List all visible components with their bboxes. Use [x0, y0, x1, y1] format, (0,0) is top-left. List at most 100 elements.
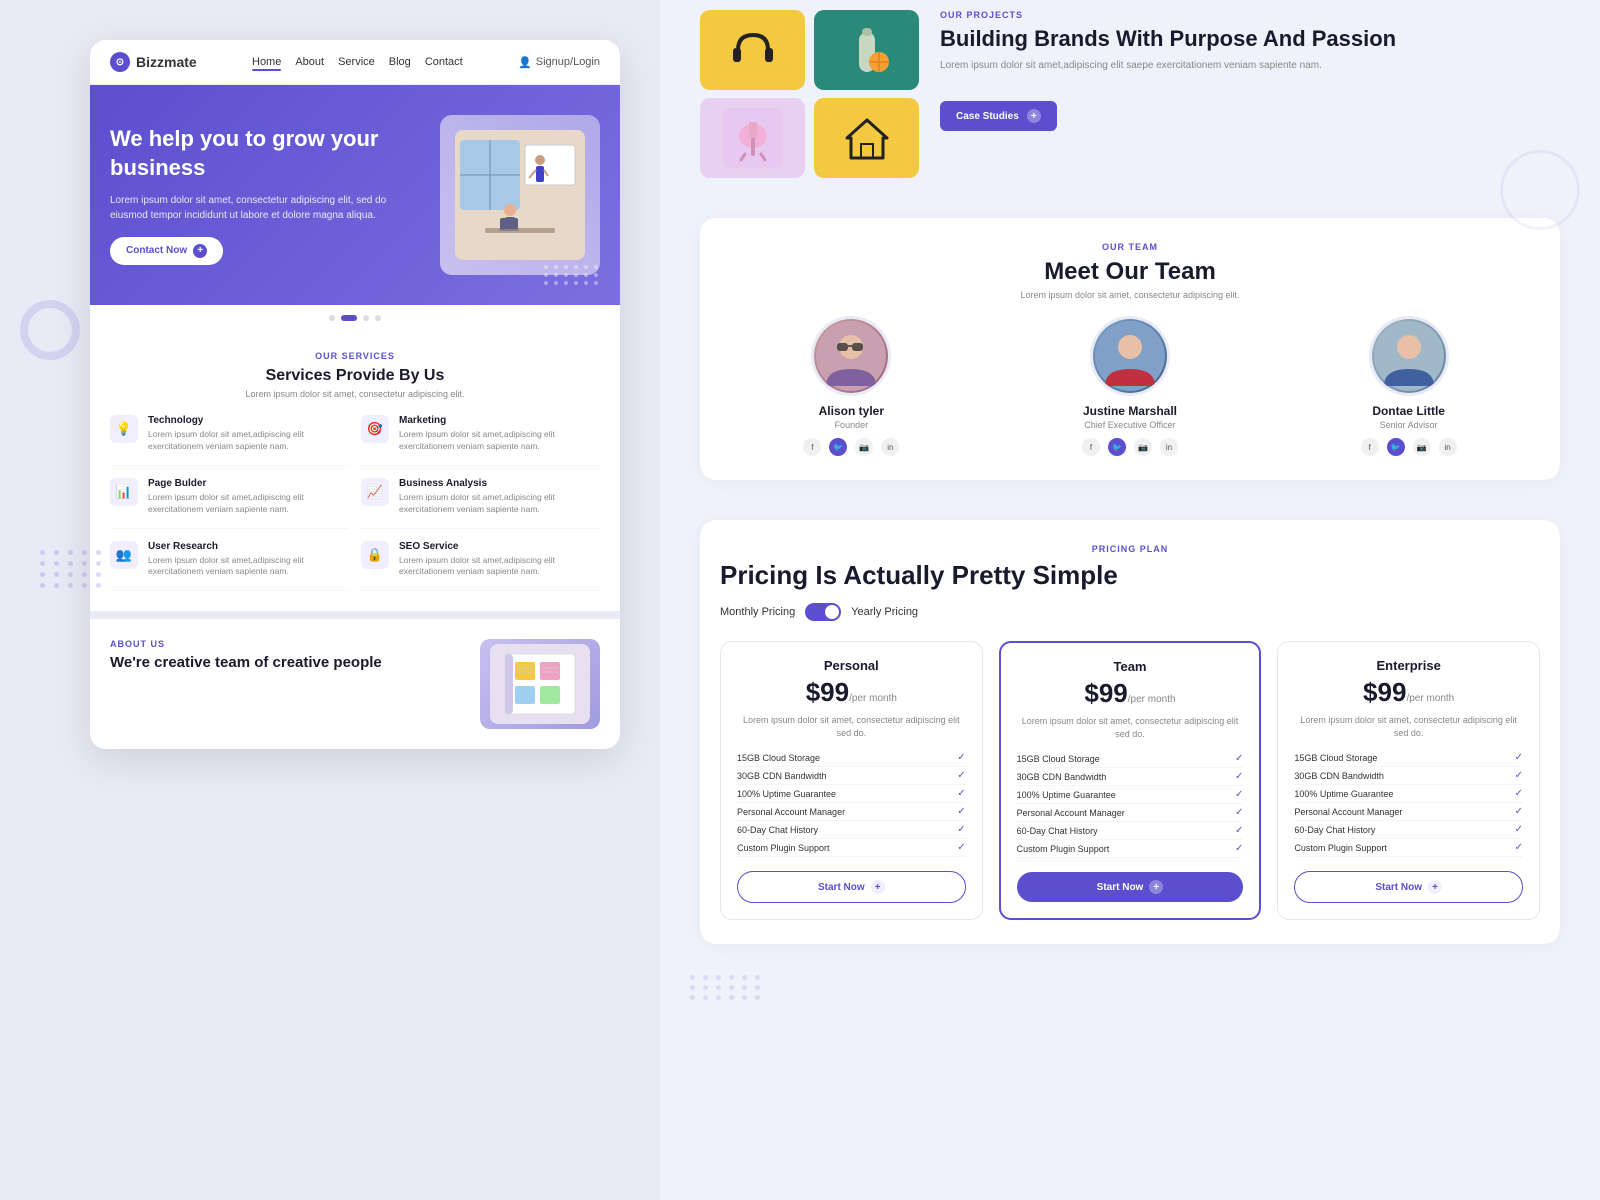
- feature-item: Personal Account Manager✓: [737, 803, 966, 821]
- pricing-title: Pricing Is Actually Pretty Simple: [720, 560, 1540, 591]
- service-technology: 💡 Technology Lorem ipsum dolor sit amet,…: [110, 415, 349, 466]
- services-section: OUR SERVICES Services Provide By Us Lore…: [90, 331, 620, 611]
- feature-item: 15GB Cloud Storage✓: [1017, 750, 1244, 768]
- about-section: ABOUT US We're creative team of creative…: [90, 611, 620, 749]
- nav-link-home[interactable]: Home: [252, 56, 281, 68]
- pricing-toggle: Monthly Pricing Yearly Pricing: [720, 603, 1540, 621]
- enterprise-start-button[interactable]: Start Now +: [1294, 871, 1523, 903]
- project-image-house: [814, 98, 919, 178]
- case-studies-button[interactable]: Case Studies +: [940, 101, 1057, 131]
- hero-title: We help you to grow your business: [110, 125, 420, 182]
- service-page-builder: 📊 Page Bulder Lorem ipsum dolor sit amet…: [110, 478, 349, 529]
- alison-facebook-icon[interactable]: f: [803, 438, 821, 456]
- about-label: ABOUT US: [110, 639, 460, 649]
- service-seo: 🔒 SEO Service Lorem ipsum dolor sit amet…: [361, 541, 600, 592]
- nav-link-blog[interactable]: Blog: [389, 56, 411, 68]
- team-start-button[interactable]: Start Now +: [1017, 872, 1244, 902]
- nav-link-service[interactable]: Service: [338, 56, 375, 68]
- pag-dot-3[interactable]: [363, 315, 369, 321]
- enterprise-desc: Lorem ipsum dolor sit amet, consectetur …: [1294, 714, 1523, 739]
- justine-twitter-icon[interactable]: 🐦: [1108, 438, 1126, 456]
- justine-name: Justine Marshall: [999, 404, 1262, 418]
- projects-desc: Lorem ipsum dolor sit amet,adipiscing el…: [940, 60, 1560, 71]
- nav-link-about[interactable]: About: [295, 56, 324, 68]
- alison-twitter-icon[interactable]: 🐦: [829, 438, 847, 456]
- feature-item: 60-Day Chat History✓: [737, 821, 966, 839]
- alison-instagram-icon[interactable]: 📷: [855, 438, 873, 456]
- hero-section: We help you to grow your business Lorem …: [90, 85, 620, 305]
- dontae-avatar: [1369, 316, 1449, 396]
- feature-item: 30GB CDN Bandwidth✓: [1294, 767, 1523, 785]
- pricing-section: PRICING PLAN Pricing Is Actually Pretty …: [700, 520, 1560, 944]
- services-desc: Lorem ipsum dolor sit amet, consectetur …: [110, 389, 600, 399]
- alison-role: Founder: [720, 420, 983, 430]
- business-analysis-icon: 📈: [361, 478, 389, 506]
- user-research-icon: 👥: [110, 541, 138, 569]
- pag-dot-1[interactable]: [329, 315, 335, 321]
- feature-item: 30GB CDN Bandwidth✓: [737, 767, 966, 785]
- feature-item: 15GB Cloud Storage✓: [1294, 749, 1523, 767]
- pricing-team: Team $99/per month Lorem ipsum dolor sit…: [999, 641, 1262, 920]
- feature-item: Personal Account Manager✓: [1017, 804, 1244, 822]
- services-title: Services Provide By Us: [110, 367, 600, 385]
- personal-start-button[interactable]: Start Now +: [737, 871, 966, 903]
- feature-item: 30GB CDN Bandwidth✓: [1017, 768, 1244, 786]
- feature-item: Custom Plugin Support✓: [737, 839, 966, 857]
- hero-illustration: [455, 130, 585, 260]
- dontae-instagram-icon[interactable]: 📷: [1413, 438, 1431, 456]
- team-grid: Alison tyler Founder f 🐦 📷 in: [720, 316, 1540, 456]
- hero-text: We help you to grow your business Lorem …: [110, 125, 420, 264]
- logo-icon: ⊙: [110, 52, 130, 72]
- services-label: OUR SERVICES: [110, 351, 600, 361]
- project-image-bottle: [814, 10, 919, 90]
- monthly-label: Monthly Pricing: [720, 606, 795, 618]
- alison-name: Alison tyler: [720, 404, 983, 418]
- team-title: Meet Our Team: [720, 258, 1540, 286]
- dontae-name: Dontae Little: [1277, 404, 1540, 418]
- justine-role: Chief Executive Officer: [999, 420, 1262, 430]
- dontae-role: Senior Advisor: [1277, 420, 1540, 430]
- page-builder-icon: 📊: [110, 478, 138, 506]
- pricing-toggle-switch[interactable]: [805, 603, 841, 621]
- feature-item: 60-Day Chat History✓: [1294, 821, 1523, 839]
- feature-item: 15GB Cloud Storage✓: [737, 749, 966, 767]
- feature-item: 100% Uptime Guarantee✓: [1294, 785, 1523, 803]
- justine-avatar: [1090, 316, 1170, 396]
- dontae-linkedin-icon[interactable]: in: [1439, 438, 1457, 456]
- pricing-personal: Personal $99/per month Lorem ipsum dolor…: [720, 641, 983, 920]
- justine-linkedin-icon[interactable]: in: [1160, 438, 1178, 456]
- dontae-social: f 🐦 📷 in: [1277, 438, 1540, 456]
- personal-price: $99/per month: [737, 677, 966, 708]
- personal-btn-plus-icon: +: [871, 880, 885, 894]
- team-member-justine: Justine Marshall Chief Executive Officer…: [999, 316, 1262, 456]
- enterprise-features: 15GB Cloud Storage✓ 30GB CDN Bandwidth✓ …: [1294, 749, 1523, 857]
- feature-item: Personal Account Manager✓: [1294, 803, 1523, 821]
- seo-icon: 🔒: [361, 541, 389, 569]
- service-seo-name: SEO Service: [399, 541, 600, 552]
- marketing-icon: 🎯: [361, 415, 389, 443]
- contact-now-button[interactable]: Contact Now +: [110, 237, 223, 265]
- justine-instagram-icon[interactable]: 📷: [1134, 438, 1152, 456]
- nav-link-contact[interactable]: Contact: [425, 56, 463, 68]
- team-member-dontae: Dontae Little Senior Advisor f 🐦 📷 in: [1277, 316, 1540, 456]
- pricing-enterprise: Enterprise $99/per month Lorem ipsum dol…: [1277, 641, 1540, 920]
- nav-logo: ⊙ Bizzmate: [110, 52, 197, 72]
- service-page-builder-desc: Lorem ipsum dolor sit amet,adipiscing el…: [148, 492, 349, 516]
- dontae-twitter-icon[interactable]: 🐦: [1387, 438, 1405, 456]
- service-user-research-desc: Lorem ipsum dolor sit amet,adipiscing el…: [148, 555, 349, 579]
- team-section: OUR TEAM Meet Our Team Lorem ipsum dolor…: [700, 218, 1560, 480]
- projects-label: OUR PROJECTS: [940, 10, 1560, 20]
- alison-linkedin-icon[interactable]: in: [881, 438, 899, 456]
- enterprise-btn-plus-icon: +: [1428, 880, 1442, 894]
- team-btn-plus-icon: +: [1149, 880, 1163, 894]
- pricing-label: PRICING PLAN: [720, 544, 1540, 554]
- dontae-facebook-icon[interactable]: f: [1361, 438, 1379, 456]
- nav-signup[interactable]: 👤 Signup/Login: [518, 56, 600, 69]
- bg-decoration-circle: [1500, 150, 1580, 230]
- feature-item: Custom Plugin Support✓: [1017, 840, 1244, 858]
- justine-facebook-icon[interactable]: f: [1082, 438, 1100, 456]
- pag-dot-2[interactable]: [341, 315, 357, 321]
- pag-dot-4[interactable]: [375, 315, 381, 321]
- feature-item: 100% Uptime Guarantee✓: [1017, 786, 1244, 804]
- alison-social: f 🐦 📷 in: [720, 438, 983, 456]
